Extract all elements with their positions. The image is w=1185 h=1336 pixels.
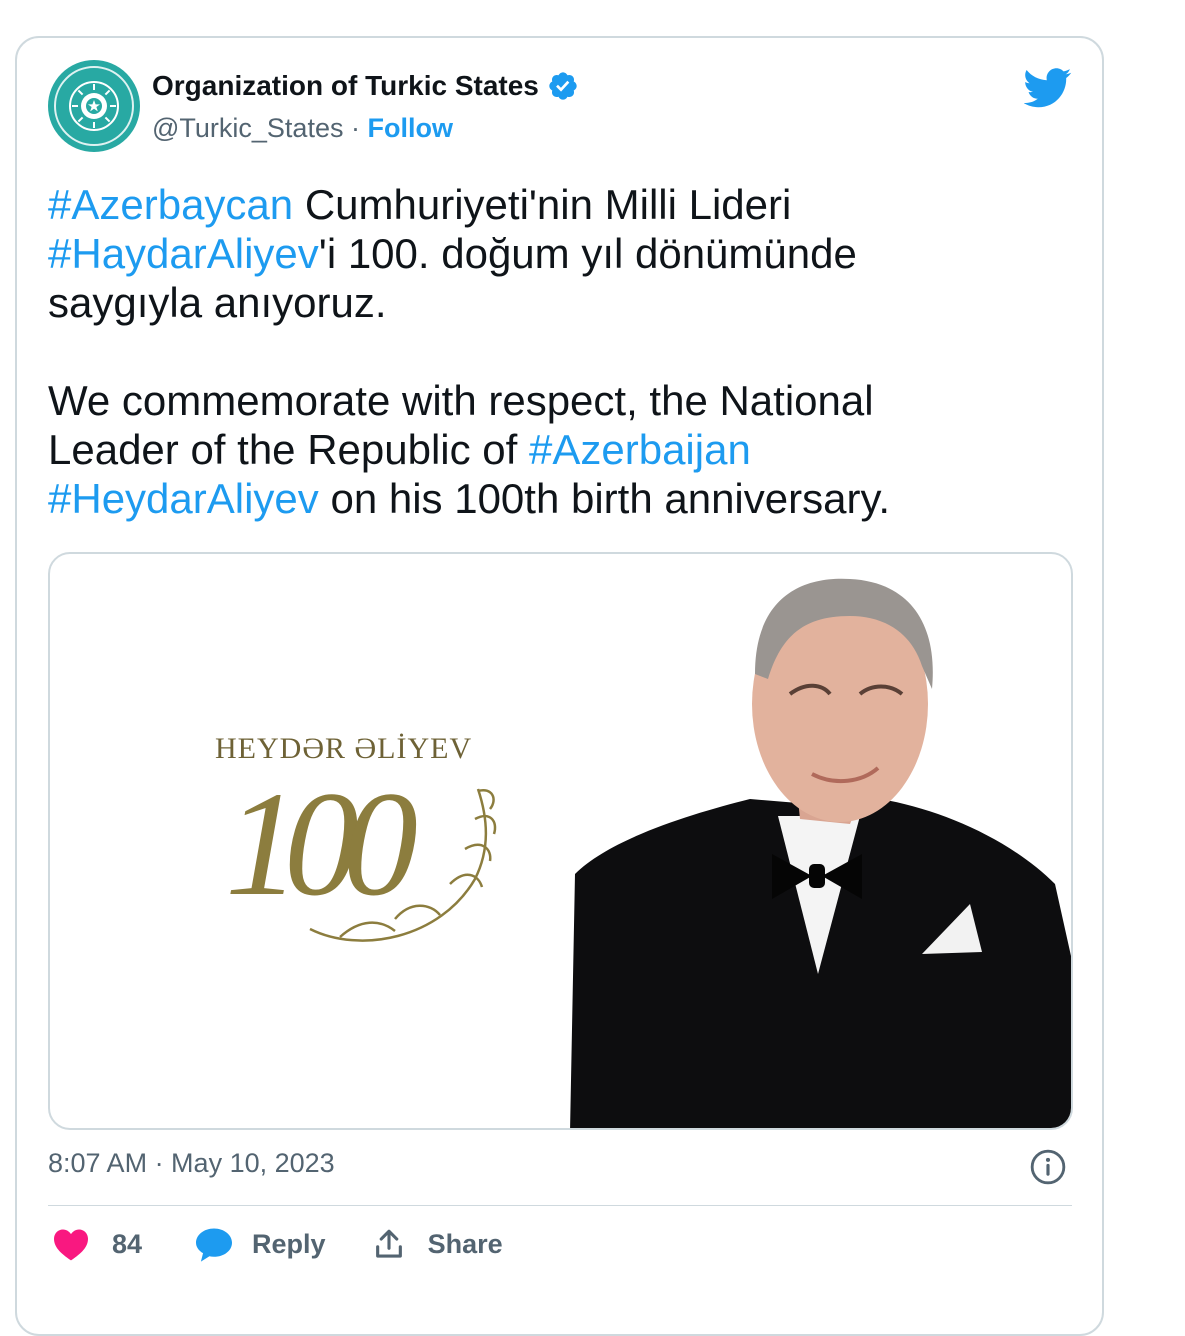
portrait-photo <box>570 578 1071 1128</box>
share-label: Share <box>427 1228 503 1259</box>
tweet-text-segment: 'i 100. doğum yıl dönümünde <box>318 230 857 277</box>
info-icon[interactable] <box>1029 1148 1067 1186</box>
avatar-emblem <box>54 66 134 146</box>
author-display-name[interactable]: Organization of Turkic States <box>152 70 539 102</box>
reply-button[interactable]: Reply <box>194 1226 326 1262</box>
tweet-text-segment: Leader of the Republic of <box>48 426 529 473</box>
tweet-text-segment: on his 100th birth anniversary. <box>318 475 891 522</box>
like-count: 84 <box>112 1228 143 1259</box>
turkic-states-emblem-icon <box>69 81 119 131</box>
divider <box>48 1205 1072 1206</box>
tweet-text-segment: saygıyla anıyoruz. <box>48 279 387 326</box>
tweet-media-image[interactable]: HEYDƏR ƏLİYEV 100 <box>48 552 1073 1130</box>
avatar[interactable] <box>48 60 140 152</box>
tweet-text: #Azerbaycan Cumhuriyeti'nin Milli Lideri… <box>48 180 1068 523</box>
hashtag-heydaraliyev[interactable]: #HeydarAliyev <box>48 475 319 522</box>
author-name-row: Organization of Turkic States <box>152 70 579 102</box>
tweet-timestamp[interactable]: 8:07 AM · May 10, 2023 <box>48 1148 335 1179</box>
tweet-text-segment: Cumhuriyeti'nin Milli Lideri <box>293 181 792 228</box>
reply-bubble-icon <box>196 1228 233 1262</box>
twitter-bird-icon[interactable] <box>1024 68 1072 108</box>
hashtag-azerbaycan[interactable]: #Azerbaycan <box>48 181 293 228</box>
share-icon <box>375 1229 402 1258</box>
laurel-wreath-icon <box>309 788 497 942</box>
share-button[interactable]: Share <box>372 1227 503 1261</box>
handle-separator: · <box>343 113 368 143</box>
tweet-text-segment: We commemorate with respect, the Nationa… <box>48 377 874 424</box>
reply-label: Reply <box>252 1228 326 1259</box>
verified-badge-icon <box>549 72 577 100</box>
heart-icon <box>54 1229 88 1261</box>
hashtag-azerbaijan[interactable]: #Azerbaijan <box>529 426 751 473</box>
follow-link[interactable]: Follow <box>367 113 452 144</box>
hashtag-haydaraliyev[interactable]: #HaydarAliyev <box>48 230 319 277</box>
tweet-actions: 84 Reply Share <box>52 1226 503 1262</box>
author-handle-row: @Turkic_States · Follow <box>152 113 453 144</box>
author-handle[interactable]: @Turkic_States <box>152 113 343 144</box>
like-button[interactable]: 84 <box>52 1227 142 1261</box>
